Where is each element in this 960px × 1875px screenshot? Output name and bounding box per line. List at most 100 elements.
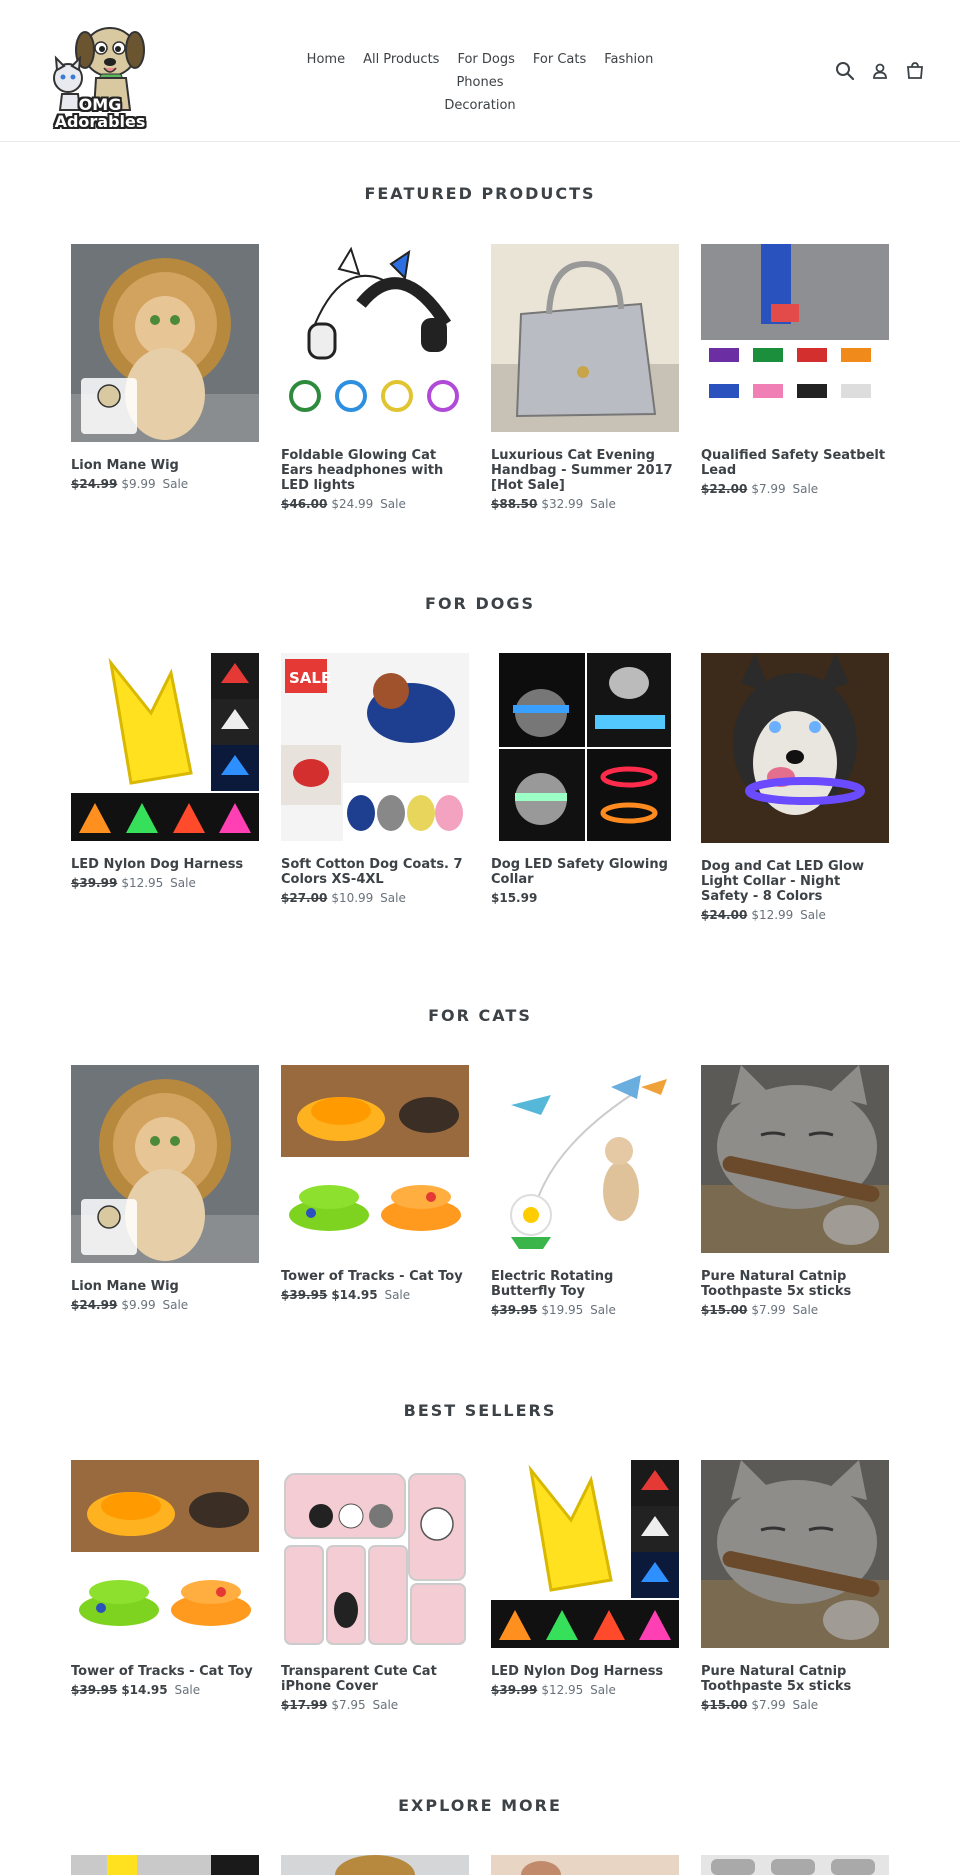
product-image[interactable] (71, 1460, 259, 1652)
nav-phones[interactable]: Phones (456, 71, 503, 94)
sale-badge: Sale (792, 482, 819, 496)
product-title[interactable]: Dog and Cat LED Glow Light Collar - Nigh… (701, 859, 889, 904)
product-price: $39.99 $12.95 Sale (491, 1683, 679, 1697)
product-image[interactable] (701, 1855, 889, 1875)
product-title[interactable]: Lion Mane Wig (71, 458, 259, 473)
compare-price: $39.99 (71, 876, 118, 890)
product-image[interactable] (491, 1855, 679, 1875)
section-title-best-sellers: BEST SELLERS (403, 1401, 557, 1420)
main-nav: Home All Products For Dogs For Cats Fashion P… (270, 48, 690, 117)
product-title[interactable]: Qualified Safety Seatbelt Lead (701, 448, 889, 478)
sale-badge: Sale (590, 1303, 616, 1317)
product-title[interactable]: Pure Natural Catnip Toothpaste 5x sticks (701, 1269, 889, 1299)
product-image[interactable] (701, 244, 889, 436)
product-card[interactable]: Tower of Tracks - Cat Toy $39.95 $14.95 S… (71, 1460, 259, 1712)
product-card[interactable]: LED Nylon Dog Harness $39.99 $12.95 Sale (71, 653, 259, 922)
account-icon[interactable] (869, 60, 891, 82)
product-price: $24.00 $12.99 Sale (701, 908, 889, 922)
sale-price: $7.95 (331, 1698, 366, 1712)
sale-badge: Sale (800, 908, 826, 922)
product-title[interactable]: Electric Rotating Butterfly Toy (491, 1269, 679, 1299)
product-image[interactable] (71, 244, 259, 446)
sale-price: $24.99 (331, 497, 374, 511)
product-image[interactable] (281, 1065, 469, 1257)
search-icon[interactable] (834, 60, 856, 82)
product-image[interactable] (71, 1065, 259, 1267)
product-card[interactable]: Electric Rotating Butterfly Toy $39.95 $1… (491, 1065, 679, 1317)
product-image[interactable] (491, 653, 679, 845)
product-card[interactable] (701, 1855, 889, 1875)
product-image[interactable] (491, 244, 679, 436)
product-title[interactable]: Lion Mane Wig (71, 1279, 259, 1294)
sale-badge: Sale (380, 497, 406, 511)
compare-price: $27.00 (281, 891, 328, 905)
product-card[interactable]: Pure Natural Catnip Toothpaste 5x sticks… (701, 1460, 889, 1712)
sale-price: $12.95 (541, 1683, 584, 1697)
product-title[interactable]: Luxurious Cat Evening Handbag - Summer 2… (491, 448, 679, 493)
nav-all-products[interactable]: All Products (363, 48, 439, 71)
product-image[interactable] (281, 1855, 469, 1875)
product-image[interactable] (491, 1065, 679, 1257)
product-title[interactable]: Foldable Glowing Cat Ears headphones wit… (281, 448, 469, 493)
product-card[interactable]: Dog and Cat LED Glow Light Collar - Nigh… (701, 653, 889, 922)
product-image[interactable] (701, 1065, 889, 1257)
product-card[interactable]: Pure Natural Catnip Toothpaste 5x sticks… (701, 1065, 889, 1317)
product-image[interactable]: SALE (281, 653, 469, 845)
product-title[interactable]: Soft Cotton Dog Coats. 7 Colors XS-4XL (281, 857, 469, 887)
product-card[interactable]: Qualified Safety Seatbelt Lead $22.00 $7.… (701, 244, 889, 511)
nav-home[interactable]: Home (307, 48, 345, 71)
compare-price: $46.00 (281, 497, 328, 511)
sale-price: $12.99 (751, 908, 794, 922)
product-card[interactable]: Tower of Tracks - Cat Toy $39.95 $14.95 S… (281, 1065, 469, 1317)
product-card[interactable] (71, 1855, 259, 1875)
section-title-featured: FEATURED PRODUCTS (364, 184, 596, 203)
cart-icon[interactable] (904, 60, 926, 82)
nav-for-cats[interactable]: For Cats (533, 48, 586, 71)
sale-price: $19.95 (541, 1303, 584, 1317)
compare-price: $24.99 (71, 477, 118, 491)
product-card[interactable]: Lion Mane Wig $24.99 $9.99 Sale (71, 1065, 259, 1317)
product-title[interactable]: LED Nylon Dog Harness (491, 1664, 679, 1679)
svg-text:SALE: SALE (289, 669, 331, 687)
product-card[interactable] (281, 1855, 469, 1875)
nav-for-dogs[interactable]: For Dogs (457, 48, 514, 71)
product-grid-best-sellers: Tower of Tracks - Cat Toy $39.95 $14.95 S… (71, 1460, 891, 1712)
product-image[interactable] (71, 1855, 259, 1875)
sale-price: $7.99 (751, 482, 786, 496)
sale-badge: Sale (380, 891, 406, 905)
product-grid-for-dogs: LED Nylon Dog Harness $39.99 $12.95 Sale … (71, 653, 891, 922)
product-image[interactable] (701, 1460, 889, 1652)
sale-badge: Sale (174, 1683, 201, 1697)
nav-fashion[interactable]: Fashion (604, 48, 653, 71)
sale-price: $9.99 (121, 1298, 156, 1312)
product-image[interactable] (491, 1460, 679, 1652)
product-image[interactable] (281, 244, 469, 436)
sale-badge: Sale (590, 497, 616, 511)
sale-price: $14.95 (331, 1288, 378, 1302)
product-card[interactable] (491, 1855, 679, 1875)
product-card[interactable]: SALE Soft Cotton Dog Coats. 7 Colors XS-… (281, 653, 469, 922)
sale-badge: Sale (372, 1698, 399, 1712)
product-price: $17.99 $7.95 Sale (281, 1698, 469, 1712)
product-title[interactable]: Dog LED Safety Glowing Collar (491, 857, 679, 887)
product-title[interactable]: Tower of Tracks - Cat Toy (281, 1269, 469, 1284)
sale-badge: Sale (590, 1683, 616, 1697)
product-price: $27.00 $10.99 Sale (281, 891, 469, 905)
product-card[interactable]: Transparent Cute Cat iPhone Cover $17.99… (281, 1460, 469, 1712)
product-card[interactable]: Dog LED Safety Glowing Collar $15.99 (491, 653, 679, 922)
product-price: $24.99 $9.99 Sale (71, 477, 259, 491)
product-image[interactable] (71, 653, 259, 845)
product-card[interactable]: Luxurious Cat Evening Handbag - Summer 2… (491, 244, 679, 511)
product-image[interactable] (281, 1460, 469, 1652)
nav-decoration[interactable]: Decoration (444, 94, 515, 117)
product-title[interactable]: Pure Natural Catnip Toothpaste 5x sticks (701, 1664, 889, 1694)
product-card[interactable]: LED Nylon Dog Harness $39.99 $12.95 Sale (491, 1460, 679, 1712)
product-card[interactable]: Lion Mane Wig $24.99 $9.99 Sale (71, 244, 259, 511)
product-title[interactable]: Tower of Tracks - Cat Toy (71, 1664, 259, 1679)
product-title[interactable]: LED Nylon Dog Harness (71, 857, 259, 872)
product-grid-explore-more (71, 1855, 891, 1875)
product-card[interactable]: Foldable Glowing Cat Ears headphones wit… (281, 244, 469, 511)
product-image[interactable] (701, 653, 889, 847)
sale-price: $7.99 (751, 1698, 786, 1712)
product-title[interactable]: Transparent Cute Cat iPhone Cover (281, 1664, 469, 1694)
